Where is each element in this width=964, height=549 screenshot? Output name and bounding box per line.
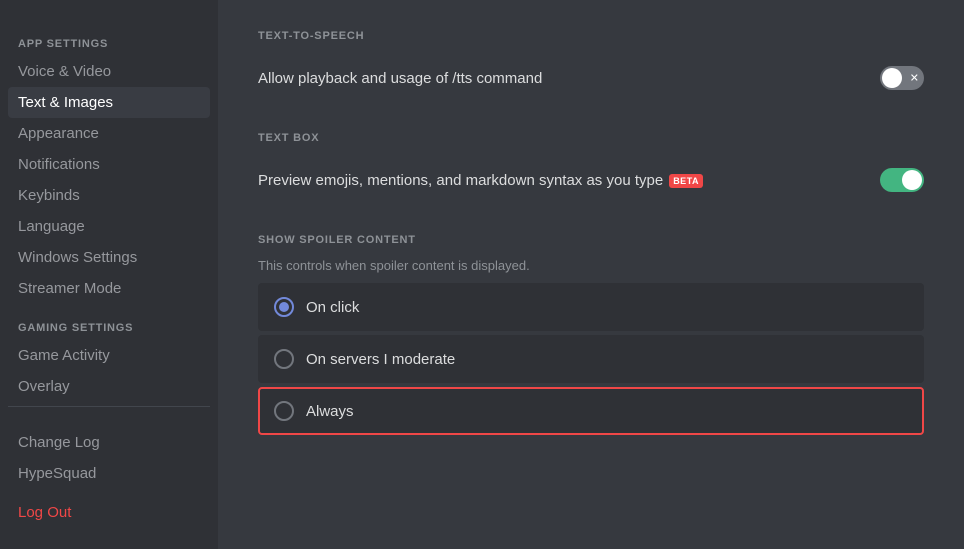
radio-option-servers-moderate[interactable]: On servers I moderate <box>258 335 924 383</box>
sidebar-item-windows-settings[interactable]: Windows Settings <box>8 242 210 273</box>
radio-circle-on-click <box>274 297 294 317</box>
textbox-section: TEXT BOX Preview emojis, mentions, and m… <box>258 132 924 204</box>
textbox-toggle-knob <box>902 170 922 190</box>
tts-setting-text: Allow playback and usage of /tts command <box>258 70 542 87</box>
sidebar-item-change-log[interactable]: Change Log <box>8 427 210 458</box>
main-content: TEXT-TO-SPEECH Allow playback and usage … <box>218 0 964 549</box>
spoiler-section: SHOW SPOILER CONTENT This controls when … <box>258 234 924 435</box>
sidebar-item-text-images[interactable]: Text & Images <box>8 87 210 118</box>
textbox-setting-row: Preview emojis, mentions, and markdown s… <box>258 156 924 204</box>
sidebar-item-notifications[interactable]: Notifications <box>8 149 210 180</box>
tts-toggle[interactable] <box>880 66 924 90</box>
tts-section-label: TEXT-TO-SPEECH <box>258 30 924 42</box>
radio-option-on-click[interactable]: On click <box>258 283 924 331</box>
sidebar-item-keybinds[interactable]: Keybinds <box>8 180 210 211</box>
sidebar: APP SETTINGS Voice & Video Text & Images… <box>0 0 218 549</box>
gaming-settings-label: GAMING SETTINGS <box>8 318 210 338</box>
sidebar-item-hypesquad[interactable]: HypeSquad <box>8 458 210 489</box>
textbox-setting-text: Preview emojis, mentions, and markdown s… <box>258 172 703 189</box>
sidebar-item-game-activity[interactable]: Game Activity <box>8 340 210 371</box>
sidebar-item-overlay[interactable]: Overlay <box>8 371 210 402</box>
radio-circle-servers-moderate <box>274 349 294 369</box>
sidebar-divider <box>8 406 210 407</box>
sidebar-item-language[interactable]: Language <box>8 211 210 242</box>
sidebar-item-streamer-mode[interactable]: Streamer Mode <box>8 273 210 304</box>
textbox-section-label: TEXT BOX <box>258 132 924 144</box>
radio-label-servers-moderate: On servers I moderate <box>306 351 455 368</box>
beta-badge: BETA <box>669 174 703 188</box>
radio-label-on-click: On click <box>306 299 359 316</box>
tts-toggle-knob <box>882 68 902 88</box>
sidebar-item-appearance[interactable]: Appearance <box>8 118 210 149</box>
app-settings-label: APP SETTINGS <box>8 34 210 54</box>
radio-label-always: Always <box>306 403 354 420</box>
textbox-toggle[interactable] <box>880 168 924 192</box>
radio-circle-always <box>274 401 294 421</box>
radio-option-always[interactable]: Always <box>258 387 924 435</box>
spoiler-description: This controls when spoiler content is di… <box>258 258 924 273</box>
tts-section: TEXT-TO-SPEECH Allow playback and usage … <box>258 30 924 102</box>
sidebar-item-logout[interactable]: Log Out <box>8 497 210 528</box>
sidebar-item-voice-video[interactable]: Voice & Video <box>8 56 210 87</box>
tts-setting-row: Allow playback and usage of /tts command <box>258 54 924 102</box>
spoiler-section-label: SHOW SPOILER CONTENT <box>258 234 924 246</box>
